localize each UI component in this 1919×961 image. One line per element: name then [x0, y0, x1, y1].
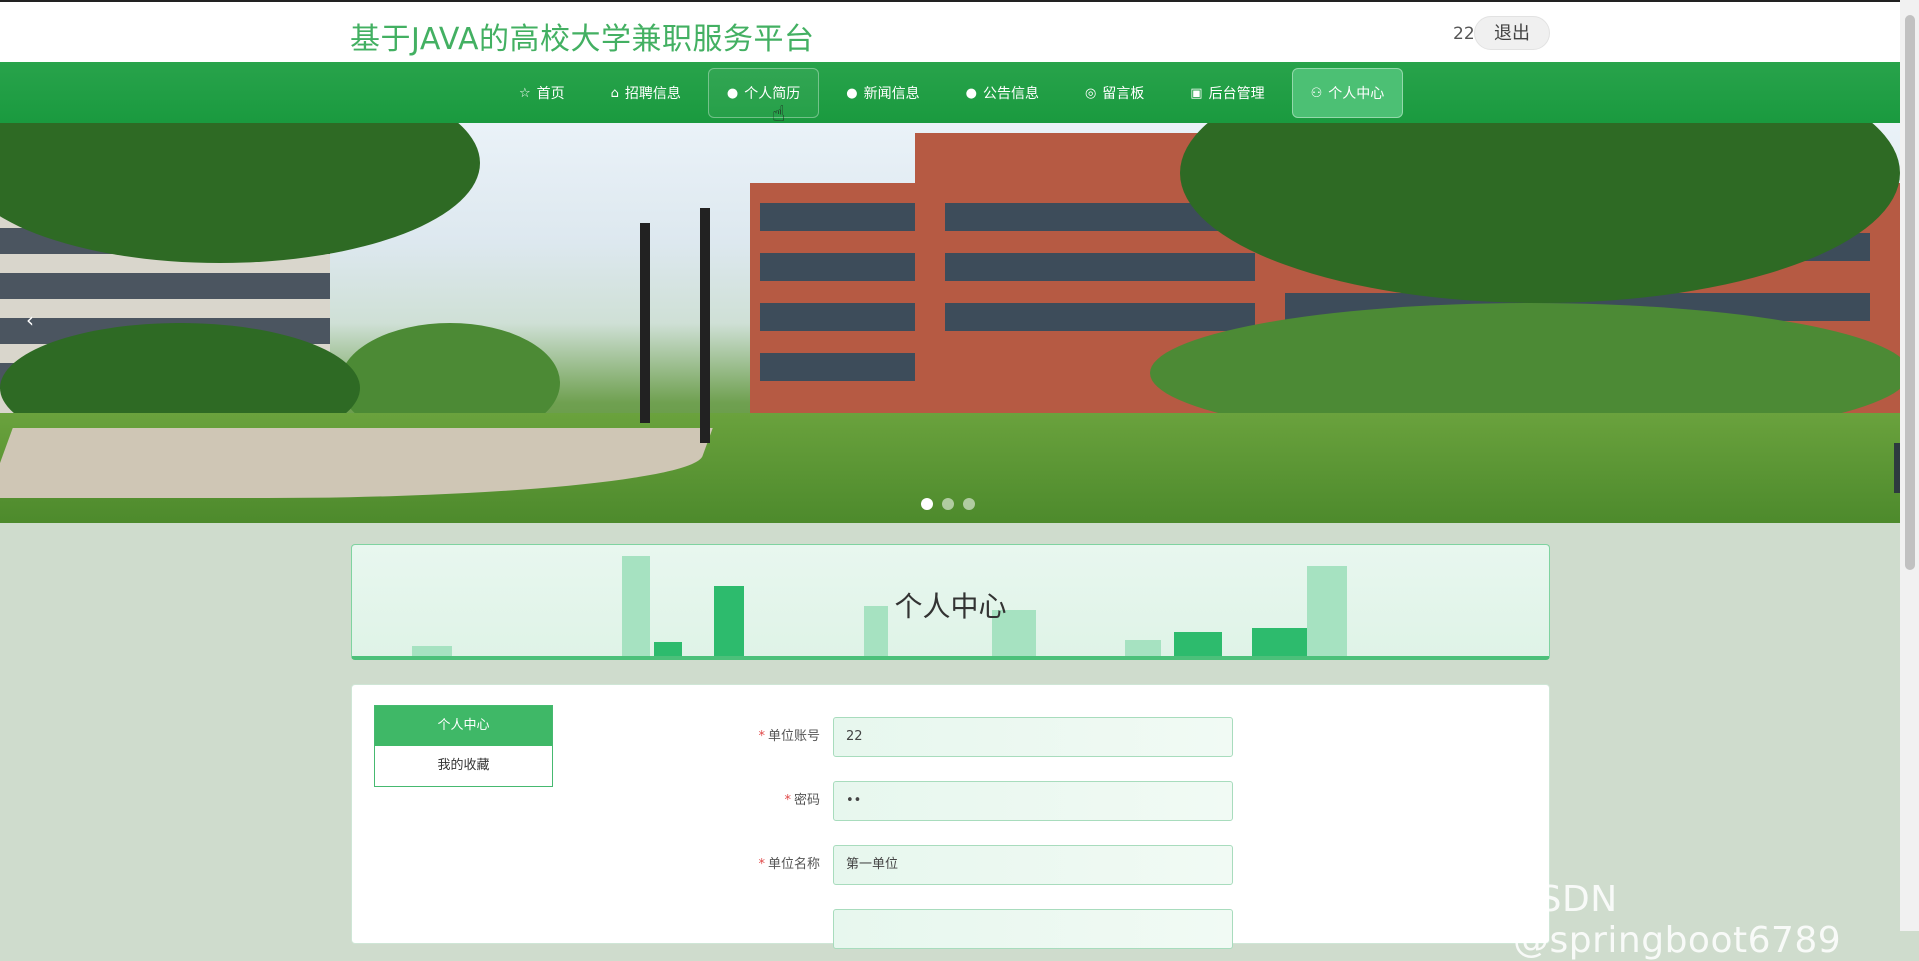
- nav-item[interactable]: ☆ 首页: [500, 68, 584, 118]
- nav-item[interactable]: ◎ 留言板: [1066, 68, 1163, 118]
- watermark: CSDN @springboot6789: [1513, 879, 1842, 961]
- carousel-dot[interactable]: [942, 498, 954, 510]
- form-row: * 单位名称 第一单位: [532, 845, 1252, 885]
- form-label-text: 密码: [793, 793, 820, 808]
- section-header: 个人中心: [351, 544, 1550, 660]
- carousel-dot[interactable]: [921, 498, 933, 510]
- nav-item[interactable]: ⚇ 个人中心: [1291, 68, 1404, 118]
- nav-item[interactable]: ▣ 后台管理: [1171, 68, 1283, 118]
- carousel-dot[interactable]: [963, 498, 975, 510]
- nav-item-label: 后台管理: [1208, 86, 1265, 102]
- nav-item[interactable]: ● 个人简历: [707, 68, 820, 118]
- nav-item-label: 个人简历: [744, 86, 801, 102]
- side-menu-item[interactable]: 我的收藏: [375, 746, 552, 786]
- required-marker: *: [758, 729, 765, 744]
- nav-item[interactable]: ● 公告信息: [947, 68, 1058, 118]
- required-marker: *: [784, 793, 791, 808]
- banner-tree: [0, 123, 480, 263]
- logout-button[interactable]: 退出: [1474, 16, 1550, 50]
- info-icon: ●: [726, 85, 739, 101]
- form-row: [532, 909, 1252, 949]
- section-title: 个人中心: [894, 590, 1007, 623]
- bag-icon: ⌂: [610, 85, 619, 101]
- nav-items: ☆ 首页 ⌂ 招聘信息 ● 个人简历 ● 新闻信息 ● 公告信息 ◎ 留言板 ▣ 后台管理 ⚇ 个人中心: [500, 68, 1404, 118]
- form-label-text: 单位名称: [767, 857, 820, 872]
- box-icon: ▣: [1190, 85, 1203, 101]
- question-icon: ●: [846, 85, 858, 101]
- nav-item[interactable]: ● 新闻信息: [827, 68, 938, 118]
- form-input[interactable]: 第一单位: [833, 845, 1233, 885]
- form-label: * 密码: [700, 781, 820, 821]
- site-title: 基于JAVA的高校大学兼职服务平台: [350, 22, 815, 57]
- form-input[interactable]: [833, 909, 1233, 949]
- scrollbar-thumb[interactable]: [1905, 15, 1915, 570]
- side-menu-item[interactable]: 个人中心: [375, 706, 552, 746]
- form-label: * 单位名称: [700, 845, 820, 885]
- nav-item-label: 留言板: [1102, 86, 1145, 102]
- main-nav: ☆ 首页 ⌂ 招聘信息 ● 个人简历 ● 新闻信息 ● 公告信息 ◎ 留言板 ▣ 后台管理 ⚇ 个人中心: [0, 62, 1900, 123]
- nav-item-label: 首页: [536, 86, 565, 102]
- required-marker: *: [758, 857, 765, 872]
- banner-lamp: [700, 208, 710, 443]
- nav-item-label: 招聘信息: [624, 86, 681, 102]
- form-label-text: 单位账号: [767, 729, 820, 744]
- user-name: 22: [1453, 24, 1475, 44]
- chat-icon: ◎: [1084, 85, 1097, 101]
- form-input[interactable]: ••: [833, 781, 1233, 821]
- nav-item-label: 个人中心: [1328, 86, 1385, 102]
- top-header: 基于JAVA的高校大学兼职服务平台 22 退出: [0, 0, 1900, 62]
- banner-carousel[interactable]: ‹: [0, 123, 1903, 523]
- banner-lamp: [640, 223, 650, 423]
- profile-card: 个人中心 我的收藏 * 单位账号 22 * 密码 •• * 单位名称 第一单位: [351, 684, 1550, 949]
- nav-item-label: 公告信息: [982, 86, 1039, 102]
- info-circle-icon: ●: [965, 85, 977, 101]
- form-row: * 单位账号 22: [532, 717, 1252, 757]
- side-menu: 个人中心 我的收藏: [374, 705, 553, 787]
- carousel-dots: [921, 498, 975, 510]
- star-icon: ☆: [519, 85, 531, 101]
- user-icon: ⚇: [1310, 85, 1323, 101]
- form-input[interactable]: 22: [833, 717, 1233, 757]
- form-label: * 单位账号: [700, 717, 820, 757]
- banner-prev-icon[interactable]: ‹: [26, 308, 34, 332]
- nav-item[interactable]: ⌂ 招聘信息: [592, 68, 700, 118]
- nav-item-label: 新闻信息: [863, 86, 920, 102]
- form-row: * 密码 ••: [532, 781, 1252, 821]
